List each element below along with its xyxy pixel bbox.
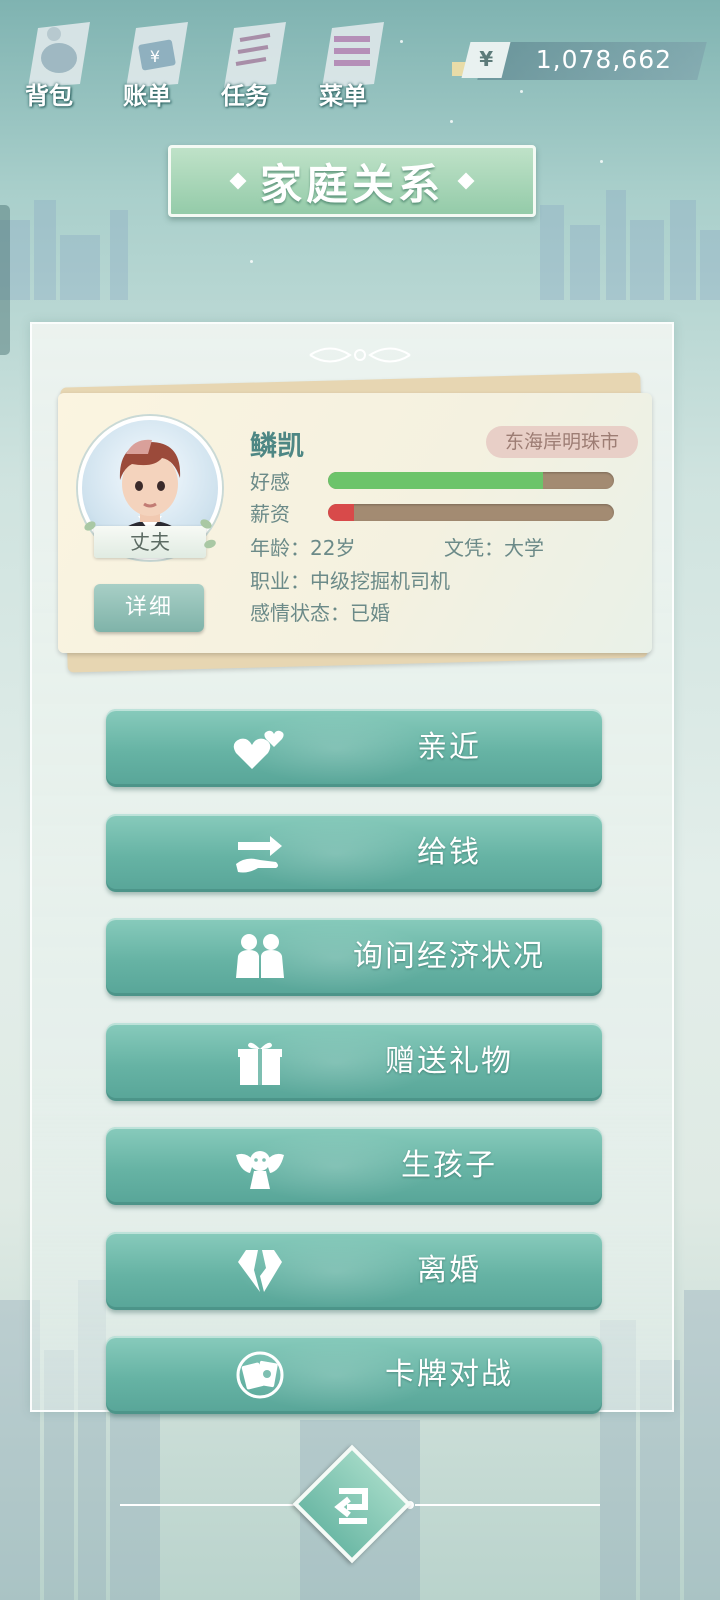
action-button-have-child[interactable]: 生孩子	[106, 1127, 602, 1205]
education-info: 文凭：大学	[444, 536, 544, 560]
page-title: 家庭关系	[259, 159, 444, 209]
detail-button[interactable]: 详细	[94, 584, 204, 632]
action-button-intimacy[interactable]: 亲近	[106, 709, 602, 787]
currency-display: ¥ 1,078,662	[452, 42, 707, 80]
job-info: 职业：中级挖掘机司机	[250, 569, 450, 593]
salary-bar-fill	[328, 504, 354, 521]
flourish-right-decoration	[406, 1501, 600, 1509]
sparkle	[600, 160, 603, 163]
people-icon	[236, 934, 284, 978]
hearts-icon	[233, 730, 284, 769]
action-button-ask-finance[interactable]: 询问经济状况	[106, 918, 602, 996]
flourish-left-decoration	[120, 1501, 314, 1509]
sparkle	[250, 260, 253, 263]
action-button-divorce[interactable]: 离婚	[106, 1232, 602, 1310]
currency-symbol: ¥	[479, 47, 494, 71]
action-label: 离婚	[417, 1253, 481, 1288]
location-badge: 东海岸明珠市	[486, 426, 638, 458]
action-label: 赠送礼物	[385, 1044, 513, 1079]
character-name: 鳞凯	[250, 431, 304, 462]
ornament-icon	[309, 347, 411, 363]
nav-label: 任务	[221, 82, 269, 110]
svg-text:¥: ¥	[150, 47, 160, 66]
action-label: 给钱	[417, 835, 481, 870]
action-button-gift[interactable]: 赠送礼物	[106, 1023, 602, 1101]
action-label: 生孩子	[401, 1148, 497, 1183]
action-label: 亲近	[417, 730, 481, 765]
nav-backpack[interactable]: 背包	[14, 10, 104, 110]
side-drawer-handle[interactable]	[0, 205, 10, 355]
sparkle	[450, 120, 453, 123]
top-nav: 背包 ¥ 账单 任务 菜单 ¥ 1,078,662	[0, 0, 720, 110]
action-label: 询问经济状况	[353, 939, 545, 974]
salary-bar	[328, 504, 614, 521]
broken-diamond-icon	[238, 1250, 282, 1292]
nav-bill[interactable]: ¥ 账单	[112, 10, 202, 110]
affection-bar-fill	[328, 472, 543, 489]
page-title-box: 家庭关系	[168, 145, 536, 217]
relationship-info: 感情状态：已婚	[250, 601, 390, 625]
salary-label: 薪资	[250, 502, 290, 526]
angel-icon	[236, 1151, 284, 1189]
nav-label: 菜单	[319, 82, 367, 110]
nav-label: 背包	[25, 82, 73, 110]
diamond-icon	[229, 172, 247, 190]
action-button-card-battle[interactable]: 卡牌对战	[106, 1336, 602, 1414]
currency-value: 1,078,662	[535, 45, 672, 74]
nav-menu[interactable]: 菜单	[308, 10, 398, 110]
nav-label: 账单	[123, 82, 171, 110]
affection-bar	[328, 472, 614, 489]
diamond-icon	[457, 172, 475, 190]
nav-task[interactable]: 任务	[210, 10, 300, 110]
back-arrow-icon	[334, 1488, 368, 1524]
give-money-icon	[236, 836, 282, 873]
gift-icon	[238, 1042, 282, 1085]
action-button-give-money[interactable]: 给钱	[106, 814, 602, 892]
affection-label: 好感	[250, 470, 290, 494]
age-info: 年龄：22岁	[250, 536, 356, 560]
action-label: 卡牌对战	[385, 1357, 513, 1392]
role-badge: 丈夫	[94, 526, 206, 558]
cards-icon	[236, 1351, 284, 1399]
